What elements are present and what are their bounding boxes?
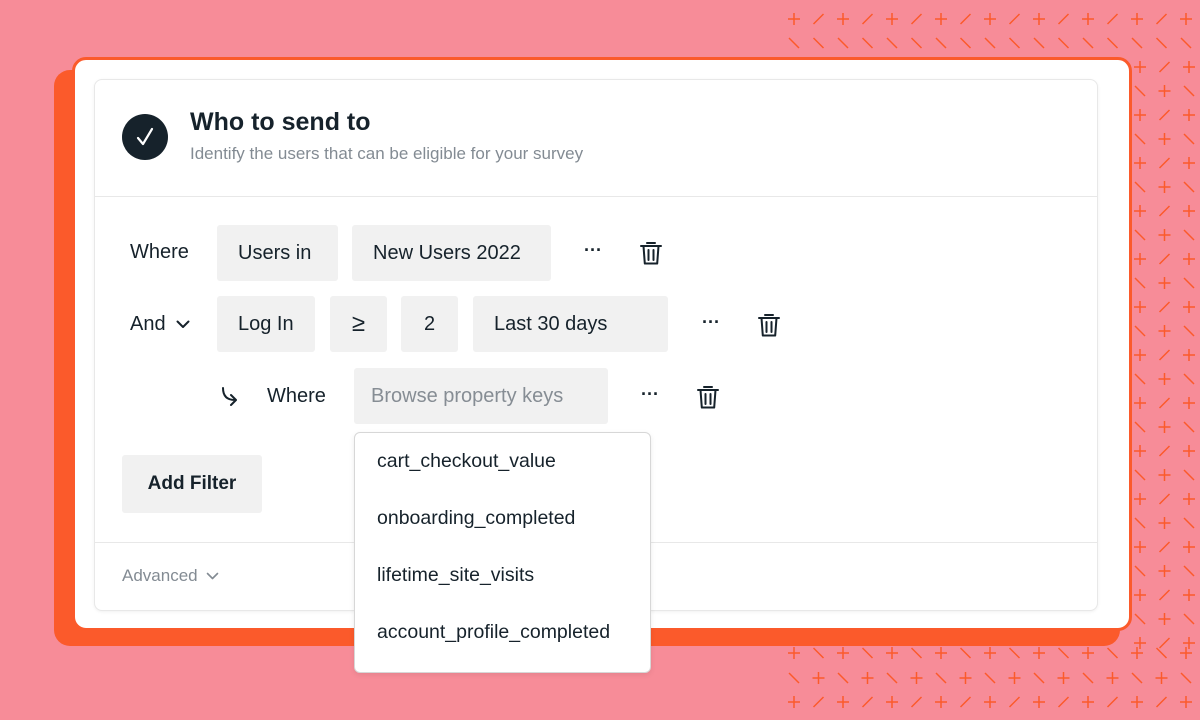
advanced-toggle[interactable]: Advanced xyxy=(122,566,219,586)
period-select[interactable]: Last 30 days xyxy=(473,296,668,352)
and-dropdown[interactable]: And xyxy=(130,313,190,336)
row1-delete-icon[interactable] xyxy=(640,240,662,266)
row3-delete-icon[interactable] xyxy=(697,384,719,410)
row3-where-label: Where xyxy=(267,385,326,407)
section-title: Who to send to xyxy=(190,108,371,136)
and-label: And xyxy=(130,313,166,335)
row2-more-icon[interactable]: ··· xyxy=(702,312,720,333)
section-subtitle: Identify the users that can be eligible … xyxy=(190,144,584,163)
users-in-select[interactable]: Users in xyxy=(217,225,338,281)
checkmark-icon xyxy=(122,114,168,160)
advanced-label: Advanced xyxy=(122,566,198,585)
row3-more-icon[interactable]: ··· xyxy=(641,384,659,405)
property-key-option[interactable]: cart_checkout_value xyxy=(377,450,556,473)
sub-filter-arrow-icon xyxy=(222,387,237,406)
property-key-option[interactable]: onboarding_completed xyxy=(377,507,575,530)
property-key-option[interactable]: account_profile_completed xyxy=(377,621,610,644)
operator-select[interactable]: ≥ xyxy=(330,296,387,352)
chevron-down-icon xyxy=(206,572,218,580)
property-key-option[interactable]: lifetime_site_visits xyxy=(377,564,534,587)
segment-select[interactable]: New Users 2022 xyxy=(352,225,551,281)
row1-more-icon[interactable]: ··· xyxy=(584,240,602,261)
header-divider xyxy=(95,196,1097,197)
event-select[interactable]: Log In xyxy=(217,296,315,352)
count-input[interactable]: 2 xyxy=(401,296,458,352)
row2-delete-icon[interactable] xyxy=(758,312,780,338)
add-filter-button[interactable]: Add Filter xyxy=(122,455,262,513)
chevron-down-icon xyxy=(176,320,190,328)
row1-where-label: Where xyxy=(130,241,189,263)
property-keys-dropdown: cart_checkout_value onboarding_completed… xyxy=(354,432,651,673)
property-key-input[interactable]: Browse property keys xyxy=(354,368,608,424)
